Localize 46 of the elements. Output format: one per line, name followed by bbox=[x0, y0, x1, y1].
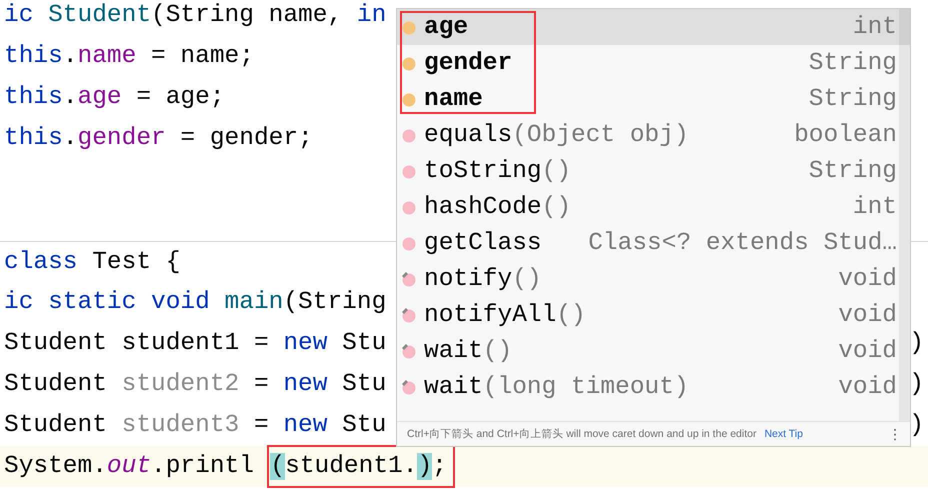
method-icon bbox=[401, 235, 417, 251]
more-menu-button[interactable]: ⋮ bbox=[888, 426, 902, 442]
code-line: class Test { bbox=[4, 248, 180, 278]
tip-text: Ctrl+向下箭头 and Ctrl+向上箭头 will move caret down and up in the editor bbox=[407, 427, 756, 441]
code-text: ) bbox=[909, 411, 925, 441]
code-line: Student student1 = new Stu bbox=[4, 329, 386, 359]
return-type: String bbox=[808, 86, 897, 112]
method-icon bbox=[401, 199, 417, 215]
code-text: ) bbox=[909, 329, 925, 359]
return-type: void bbox=[838, 374, 897, 400]
completion-item[interactable]: name String bbox=[397, 81, 899, 117]
next-tip-link[interactable]: Next Tip bbox=[764, 428, 803, 440]
return-type: String bbox=[808, 50, 897, 76]
field-icon bbox=[401, 19, 417, 35]
scrollbar[interactable] bbox=[899, 9, 910, 421]
code-line: this.age = age; bbox=[4, 83, 225, 113]
code-line: ic Student(String name, in bbox=[4, 1, 386, 31]
return-type: boolean bbox=[794, 122, 897, 148]
return-type: int bbox=[852, 14, 897, 40]
completion-item[interactable]: wait() void bbox=[397, 333, 899, 369]
completion-item[interactable]: toString() String bbox=[397, 153, 899, 189]
code-line: Student student3 = new Stu bbox=[4, 411, 386, 441]
return-type: void bbox=[838, 302, 897, 328]
code-line: System.out.printl bbox=[4, 452, 254, 482]
completion-item[interactable]: equals(Object obj) boolean bbox=[397, 117, 899, 153]
code-line: this.gender = gender; bbox=[4, 124, 313, 154]
code-text: ) bbox=[909, 370, 925, 400]
completion-item[interactable]: notify() void bbox=[397, 261, 899, 297]
field-icon bbox=[401, 55, 417, 71]
completion-item[interactable]: age int bbox=[397, 9, 899, 45]
return-type: Class<? extends Stud… bbox=[588, 230, 897, 256]
return-type: void bbox=[838, 338, 897, 364]
return-type: int bbox=[852, 194, 897, 220]
completion-item[interactable]: hashCode() int bbox=[397, 189, 899, 225]
code-line: this.name = name; bbox=[4, 42, 254, 72]
completion-item[interactable]: wait(long timeout) void bbox=[397, 369, 899, 405]
code-line: ic static void main(String bbox=[4, 288, 386, 318]
return-type: void bbox=[838, 266, 897, 292]
method-icon bbox=[401, 163, 417, 179]
method-icon bbox=[401, 127, 417, 143]
field-icon bbox=[401, 91, 417, 107]
code-line: Student student2 = new Stu bbox=[4, 370, 386, 400]
completion-item[interactable]: getClass Class<? extends Stud… bbox=[397, 225, 899, 261]
completion-item[interactable]: notifyAll() void bbox=[397, 297, 899, 333]
return-type: String bbox=[808, 158, 897, 184]
completion-item[interactable]: gender String bbox=[397, 45, 899, 81]
